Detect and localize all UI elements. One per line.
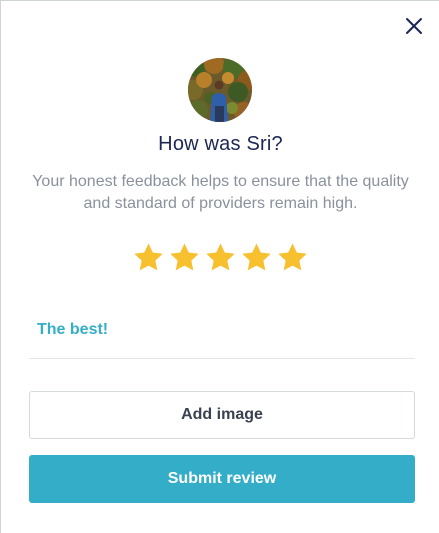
provider-avatar [188, 58, 252, 122]
review-dialog: How was Sri? Your honest feedback helps … [0, 0, 439, 533]
close-button[interactable] [401, 13, 427, 39]
review-input-underline [29, 358, 415, 359]
star-5-icon[interactable] [276, 241, 309, 274]
submit-review-button[interactable]: Submit review [29, 455, 415, 503]
star-2-icon[interactable] [168, 241, 201, 274]
star-rating[interactable] [1, 241, 439, 274]
star-4-icon[interactable] [240, 241, 273, 274]
close-icon [406, 18, 422, 34]
star-3-icon[interactable] [204, 241, 237, 274]
dialog-title: How was Sri? [158, 133, 283, 155]
dialog-subtitle: Your honest feedback helps to ensure tha… [32, 173, 409, 212]
review-text-input[interactable]: The best! [37, 321, 108, 339]
star-1-icon[interactable] [132, 241, 165, 274]
add-image-button[interactable]: Add image [29, 391, 415, 439]
